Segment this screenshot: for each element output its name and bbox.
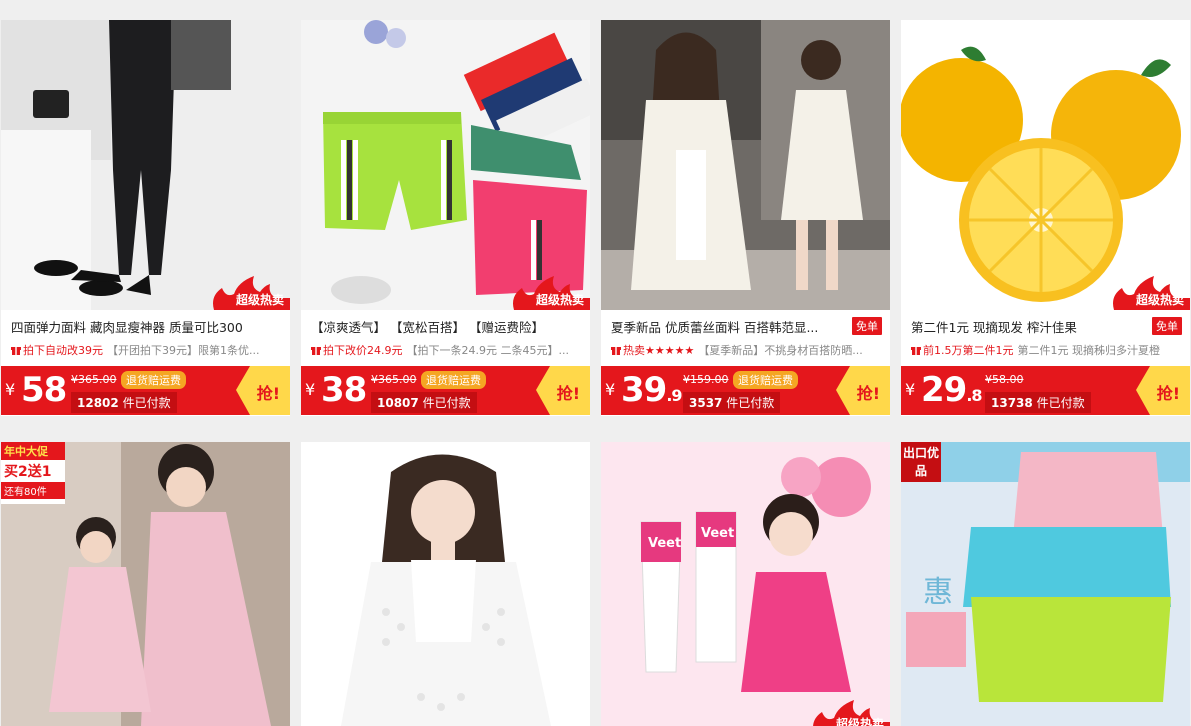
hot-sale-badge: 超级热卖: [804, 700, 890, 726]
original-price: ¥365.00: [371, 373, 417, 386]
product-card[interactable]: [301, 442, 590, 726]
original-price: ¥159.00: [683, 373, 729, 386]
currency-symbol: ¥: [905, 380, 916, 399]
svg-text:Veet: Veet: [701, 526, 734, 541]
product-title[interactable]: 四面弹力面料 藏肉显瘦神器 质量可比300: [11, 317, 282, 336]
price-bar: ¥ 38 ¥365.00 退货赔运费 10807 件已付款 抢!: [301, 366, 590, 415]
hot-sale-badge: 超级热卖: [1104, 276, 1190, 310]
price: 58: [21, 370, 67, 410]
hot-sale-badge: 超级热卖: [204, 276, 290, 310]
gift-icon: [311, 347, 321, 355]
price: 29.8: [921, 370, 983, 410]
grab-button[interactable]: 抢!: [1136, 366, 1190, 415]
product-image[interactable]: [601, 20, 890, 310]
price: 38: [321, 370, 367, 410]
grab-button[interactable]: 抢!: [536, 366, 590, 415]
original-price: ¥58.00: [985, 373, 1024, 386]
product-card[interactable]: 年中大促 买2送1 还有80件: [1, 442, 290, 726]
product-title[interactable]: 第二件1元 现摘现发 榨汁佳果: [911, 317, 1148, 336]
product-grid: 超级热卖 四面弹力面料 藏肉显瘦神器 质量可比300 拍下自动改39元 【开团拍…: [0, 0, 1191, 726]
original-price: ¥365.00: [71, 373, 117, 386]
free-order-badge: 免单: [852, 317, 882, 335]
product-card[interactable]: 超级热卖 第二件1元 现摘现发 榨汁佳果 免单 前1.5万第二件1元 第二件1元…: [901, 20, 1190, 416]
product-image[interactable]: Veet Veet 超级热卖: [601, 442, 890, 726]
promo-sticker: 年中大促 买2送1 还有80件: [1, 442, 65, 504]
sold-count: 10807 件已付款: [371, 392, 477, 413]
sold-count: 13738 件已付款: [985, 392, 1091, 413]
return-shipping-badge: 退货赔运费: [121, 371, 186, 389]
price-bar: ¥ 29.8 ¥58.00 13738 件已付款 抢!: [901, 366, 1190, 415]
product-card[interactable]: 超级热卖 四面弹力面料 藏肉显瘦神器 质量可比300 拍下自动改39元 【开团拍…: [1, 20, 290, 416]
free-order-badge: 免单: [1152, 317, 1182, 335]
promo-info: 前1.5万第二件1元 第二件1元 现摘秭归多汁夏橙: [901, 341, 1190, 359]
grab-button[interactable]: 抢!: [236, 366, 290, 415]
svg-text:Veet: Veet: [648, 536, 681, 551]
promo-info: 热卖★★★★★ 【夏季新品】不挑身材百搭防晒...: [601, 341, 890, 359]
product-image[interactable]: 超级热卖: [1, 20, 290, 310]
currency-symbol: ¥: [305, 380, 316, 399]
product-card[interactable]: 夏季新品 优质蕾丝面料 百搭韩范显... 免单 热卖★★★★★ 【夏季新品】不挑…: [601, 20, 890, 416]
currency-symbol: ¥: [5, 380, 16, 399]
promo-info: 拍下自动改39元 【开团拍下39元】限第1条优...: [1, 341, 290, 359]
product-image[interactable]: 年中大促 买2送1 还有80件: [1, 442, 290, 726]
svg-text:惠: 惠: [923, 575, 953, 610]
sold-count: 3537 件已付款: [683, 392, 781, 413]
grab-button[interactable]: 抢!: [836, 366, 890, 415]
price-bar: ¥ 58 ¥365.00 退货赔运费 12802 件已付款 抢!: [1, 366, 290, 415]
product-image[interactable]: 超级热卖: [301, 20, 590, 310]
price-bar: ¥ 39.9 ¥159.00 退货赔运费 3537 件已付款 抢!: [601, 366, 890, 415]
return-shipping-badge: 退货赔运费: [421, 371, 486, 389]
product-title[interactable]: 夏季新品 优质蕾丝面料 百搭韩范显...: [611, 317, 848, 336]
product-image[interactable]: [301, 442, 590, 726]
product-image[interactable]: 惠 出口优品: [901, 442, 1190, 726]
export-quality-tag: 出口优品: [901, 442, 941, 482]
hot-sale-badge: 超级热卖: [504, 276, 590, 310]
return-shipping-badge: 退货赔运费: [733, 371, 798, 389]
sold-count: 12802 件已付款: [71, 392, 177, 413]
price: 39.9: [621, 370, 683, 410]
product-card[interactable]: 惠 出口优品: [901, 442, 1190, 726]
gift-icon: [11, 347, 21, 355]
currency-symbol: ¥: [605, 380, 616, 399]
product-card[interactable]: 超级热卖 【凉爽透气】 【宽松百搭】 【赠运费险】 拍下改价24.9元 【拍下一…: [301, 20, 590, 416]
product-card[interactable]: Veet Veet 超级热卖: [601, 442, 890, 726]
gift-icon: [611, 347, 621, 355]
promo-info: 拍下改价24.9元 【拍下一条24.9元 二条45元】...: [301, 341, 590, 359]
gift-icon: [911, 347, 921, 355]
product-image[interactable]: 超级热卖: [901, 20, 1190, 310]
product-title[interactable]: 【凉爽透气】 【宽松百搭】 【赠运费险】: [311, 317, 582, 336]
